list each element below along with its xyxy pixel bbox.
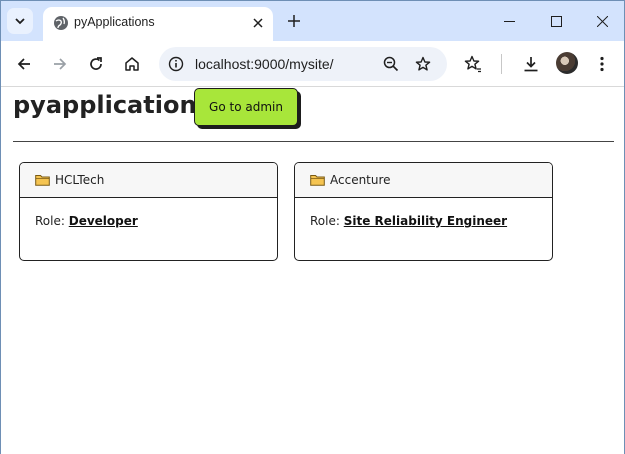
site-info-button[interactable] <box>166 54 186 74</box>
tab-close-button[interactable] <box>249 14 267 32</box>
job-card: Accenture Role: Site Reliability Enginee… <box>294 162 553 261</box>
back-button[interactable] <box>12 52 36 76</box>
maximize-button[interactable] <box>544 9 568 33</box>
zoom-button[interactable] <box>381 54 401 74</box>
divider <box>13 141 614 142</box>
bookmarks-menu-button[interactable] <box>461 52 485 76</box>
close-window-button[interactable] <box>590 9 614 33</box>
avatar[interactable] <box>556 52 578 74</box>
card-header: HCLTech <box>20 163 277 198</box>
arrow-right-icon <box>54 58 67 70</box>
reload-icon <box>90 57 102 70</box>
chevron-down-icon <box>15 18 25 25</box>
page-content: pyapplications Go to admin HCLTech Role:… <box>1 88 624 454</box>
company-name: HCLTech <box>55 173 105 187</box>
tab-search-button[interactable] <box>7 8 33 34</box>
download-icon <box>524 57 538 72</box>
browser-toolbar: localhost:9000/mysite/ <box>1 41 624 87</box>
url-text[interactable]: localhost:9000/mysite/ <box>195 56 334 72</box>
role-link[interactable]: Developer <box>69 214 138 228</box>
zoom-out-icon <box>383 56 399 72</box>
info-icon <box>168 56 184 72</box>
folder-icon <box>35 175 50 186</box>
tab-active[interactable]: pyApplications <box>43 7 273 41</box>
go-to-admin-button[interactable]: Go to admin <box>194 88 298 126</box>
toolbar-separator <box>501 54 502 74</box>
menu-button[interactable] <box>590 52 614 76</box>
close-icon <box>596 15 608 27</box>
minimize-button[interactable] <box>497 9 521 33</box>
browser-window: pyApplications localhost:9000/mysite/ py… <box>0 0 625 454</box>
minimize-icon <box>503 20 515 22</box>
kebab-menu-icon <box>600 56 604 72</box>
downloads-button[interactable] <box>519 52 543 76</box>
tab-title: pyApplications <box>74 15 155 29</box>
folder-icon <box>310 175 325 186</box>
address-bar[interactable]: localhost:9000/mysite/ <box>159 47 447 81</box>
bookmark-button[interactable] <box>413 54 433 74</box>
job-card: HCLTech Role: Developer <box>19 162 278 261</box>
role-line: Role: Developer <box>35 214 138 228</box>
maximize-icon <box>550 15 562 27</box>
page-title: pyapplications <box>13 91 211 119</box>
reload-button[interactable] <box>84 52 108 76</box>
close-icon <box>253 18 263 28</box>
role-link[interactable]: Site Reliability Engineer <box>344 214 507 228</box>
new-tab-button[interactable] <box>283 10 305 32</box>
plus-icon <box>288 15 300 27</box>
home-icon <box>125 57 139 71</box>
role-line: Role: Site Reliability Engineer <box>310 214 507 228</box>
star-icon <box>415 56 431 71</box>
role-label: Role: <box>310 214 340 228</box>
card-header: Accenture <box>295 163 552 198</box>
forward-button[interactable] <box>48 52 72 76</box>
star-list-icon <box>464 55 481 73</box>
arrow-left-icon <box>17 58 30 70</box>
globe-icon <box>54 16 68 30</box>
company-name: Accenture <box>330 173 391 187</box>
tab-strip: pyApplications <box>1 1 624 41</box>
role-label: Role: <box>35 214 65 228</box>
home-button[interactable] <box>120 52 144 76</box>
